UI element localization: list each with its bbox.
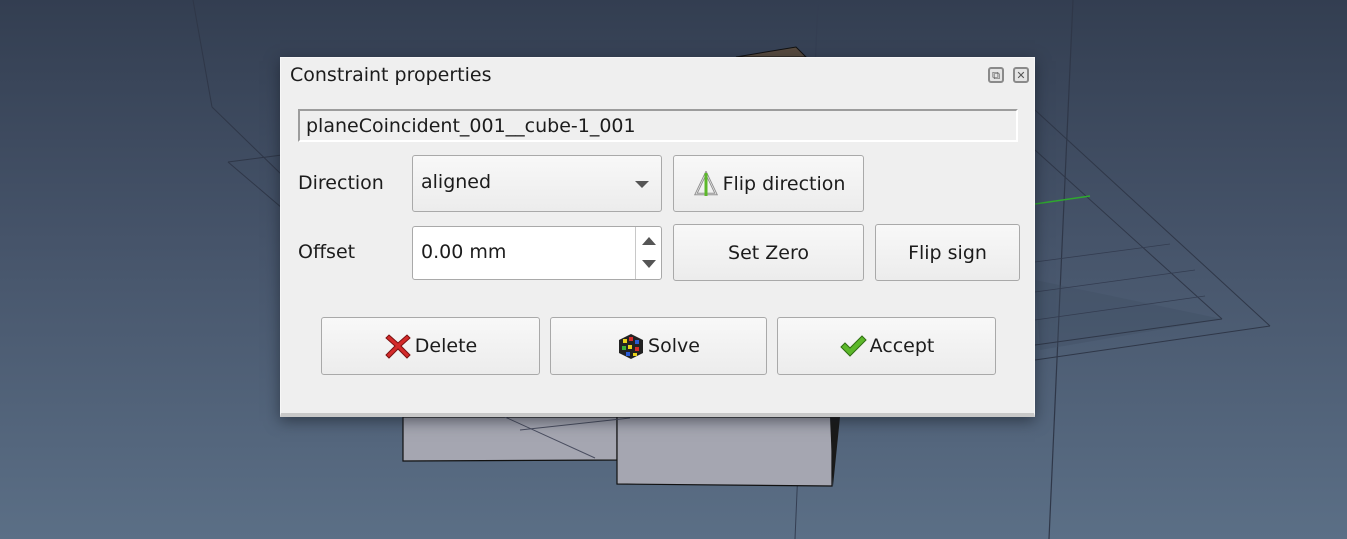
flip-direction-button[interactable]: Flip direction bbox=[673, 155, 864, 212]
set-zero-label: Set Zero bbox=[728, 241, 809, 264]
spin-arrows bbox=[635, 227, 661, 279]
green-axis-line bbox=[1034, 195, 1091, 205]
close-icon: ✕ bbox=[1016, 68, 1026, 82]
offset-spinbox[interactable]: 0.00 mm bbox=[412, 226, 662, 280]
shape-face bbox=[616, 416, 833, 487]
solve-label: Solve bbox=[648, 335, 700, 357]
flip-sign-label: Flip sign bbox=[908, 241, 987, 264]
checkmark-icon bbox=[839, 332, 867, 360]
direction-label: Direction bbox=[298, 172, 384, 194]
direction-dropdown[interactable]: aligned bbox=[412, 155, 662, 212]
float-window-icon: ⧉ bbox=[992, 68, 1000, 82]
flip-sign-button[interactable]: Flip sign bbox=[875, 224, 1020, 281]
vertical-axis-line bbox=[1048, 0, 1074, 539]
constraint-name-field[interactable] bbox=[298, 109, 1018, 142]
float-window-button[interactable]: ⧉ bbox=[988, 67, 1004, 83]
offset-value: 0.00 mm bbox=[421, 241, 507, 263]
delete-x-icon bbox=[384, 332, 412, 360]
set-zero-button[interactable]: Set Zero bbox=[673, 224, 864, 281]
delete-label: Delete bbox=[414, 335, 478, 357]
close-dialog-button[interactable]: ✕ bbox=[1013, 67, 1029, 83]
flip-direction-label: Flip direction bbox=[722, 172, 846, 195]
dialog-title: Constraint properties bbox=[290, 64, 492, 86]
chevron-down-icon bbox=[635, 181, 649, 188]
shape-top-face bbox=[735, 46, 808, 58]
direction-selected-value: aligned bbox=[421, 171, 492, 193]
constraint-properties-dialog: Constraint properties ⧉ ✕ Direction alig… bbox=[280, 57, 1035, 417]
accept-button[interactable]: Accept bbox=[777, 317, 996, 375]
rubiks-cube-icon bbox=[617, 332, 645, 360]
shape-face bbox=[402, 416, 618, 462]
offset-label: Offset bbox=[298, 241, 356, 263]
solve-button[interactable]: Solve bbox=[550, 317, 767, 375]
flip-direction-icon bbox=[692, 170, 720, 198]
spin-up-arrow-icon[interactable] bbox=[642, 237, 656, 245]
axis-line bbox=[211, 106, 283, 176]
spin-down-arrow-icon[interactable] bbox=[642, 260, 656, 268]
delete-button[interactable]: Delete bbox=[321, 317, 540, 375]
accept-label: Accept bbox=[869, 335, 935, 357]
grid-plane bbox=[1035, 280, 1222, 350]
axis-line bbox=[192, 0, 213, 108]
